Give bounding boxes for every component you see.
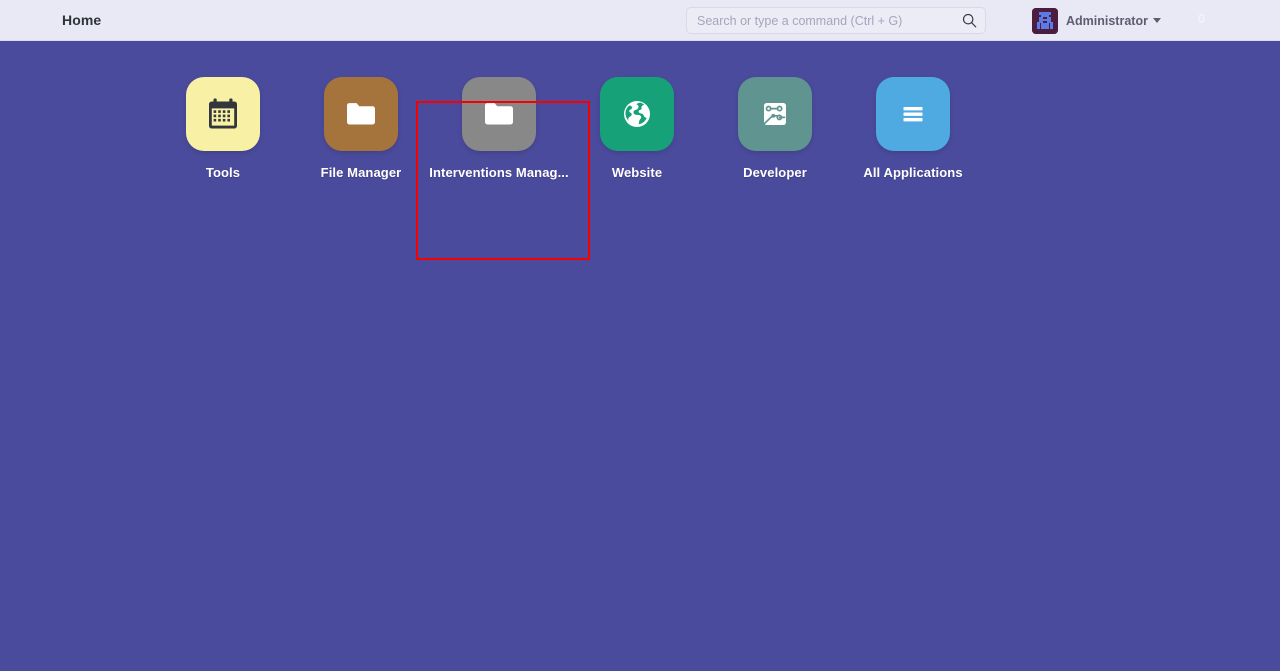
app-tile-interventions-management[interactable] — [462, 77, 536, 151]
app-label-tools: Tools — [205, 165, 241, 180]
breadcrumb-home[interactable]: Home — [62, 12, 101, 28]
app-item-all-applications[interactable]: All Applications — [863, 77, 963, 180]
circuit-board-icon — [758, 97, 792, 131]
folder-icon — [481, 96, 517, 132]
folder-icon — [343, 96, 379, 132]
search-input[interactable] — [686, 7, 986, 34]
app-item-file-manager[interactable]: File Manager — [314, 77, 408, 180]
app-label-all-applications: All Applications — [863, 165, 963, 180]
desktop-area: Tools File Manager Interventions Manag..… — [0, 41, 1280, 671]
app-item-developer[interactable]: Developer — [728, 77, 822, 180]
hamburger-list-icon — [896, 97, 930, 131]
app-grid: Tools File Manager Interventions Manag..… — [176, 77, 963, 180]
top-navbar: Home Search or type a command (Ctrl + G)… — [0, 0, 1280, 41]
user-name-label: Administrator — [1066, 13, 1148, 28]
app-item-interventions-management[interactable]: Interventions Manag... — [429, 77, 569, 180]
user-menu[interactable]: Administrator 0 — [1032, 0, 1205, 41]
search-container — [686, 7, 986, 34]
calendar-icon — [205, 96, 241, 132]
app-tile-file-manager[interactable] — [324, 77, 398, 151]
app-tile-tools[interactable] — [186, 77, 260, 151]
app-item-tools[interactable]: Tools — [176, 77, 270, 180]
chevron-down-icon — [1152, 18, 1161, 23]
notification-count-badge[interactable]: 0 — [1198, 12, 1205, 26]
app-label-file-manager: File Manager — [320, 165, 402, 180]
app-tile-website[interactable] — [600, 77, 674, 151]
app-tile-all-applications[interactable] — [876, 77, 950, 151]
app-label-developer: Developer — [743, 165, 807, 180]
globe-icon — [620, 97, 654, 131]
app-label-interventions-management: Interventions Manag... — [429, 165, 569, 180]
app-item-website[interactable]: Website — [590, 77, 684, 180]
app-tile-developer[interactable] — [738, 77, 812, 151]
avatar — [1032, 7, 1058, 34]
app-label-website: Website — [611, 165, 663, 180]
